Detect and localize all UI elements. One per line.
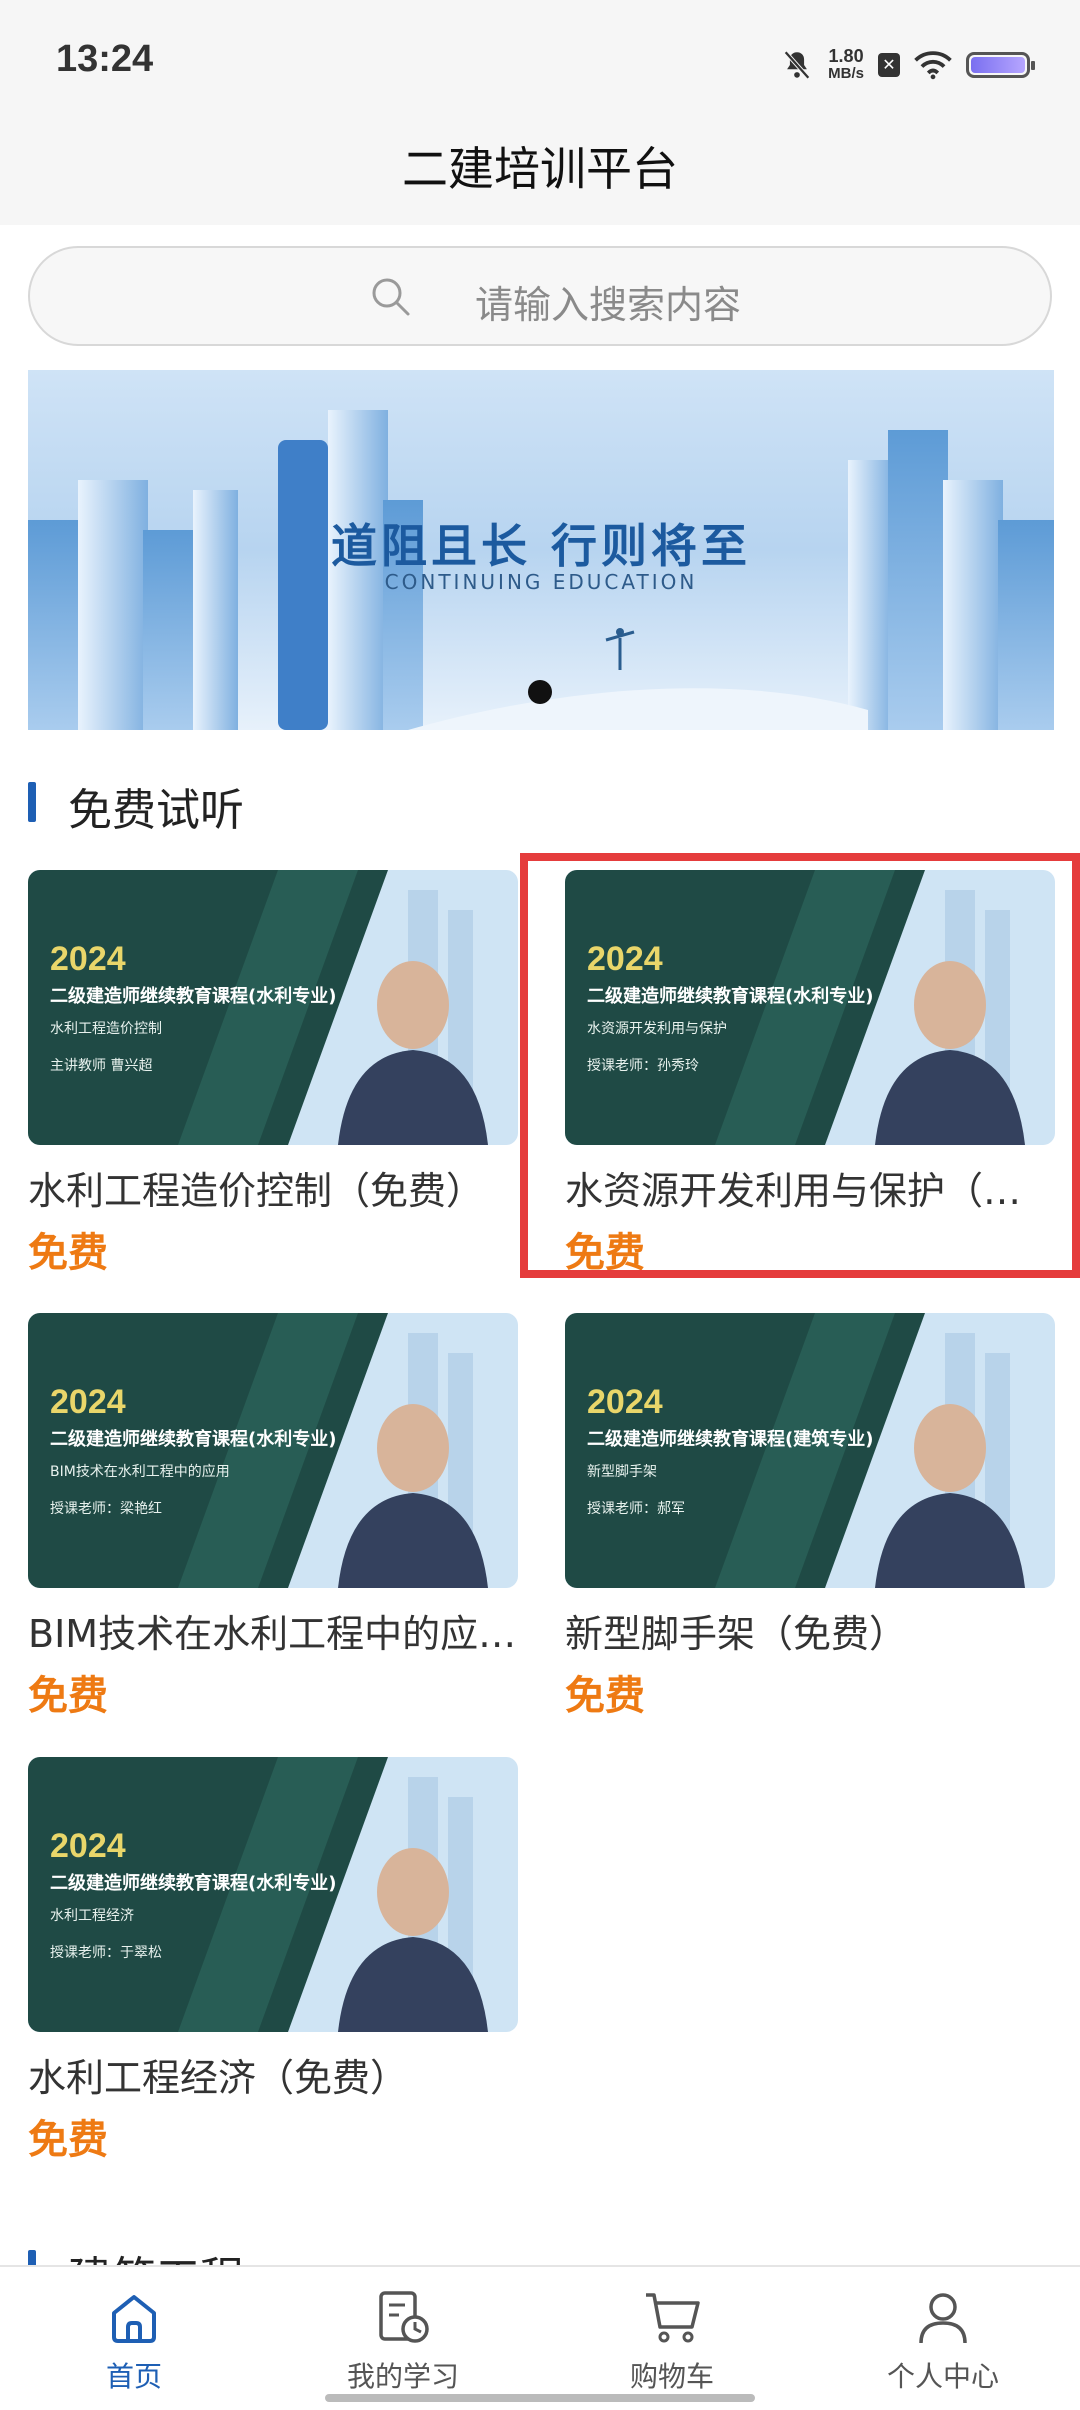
thumbnail-teacher: 授课老师：梁艳红 [50,1501,162,1517]
course-title[interactable]: 水资源开发利用与保护（免费） [565,1160,1055,1215]
mute-bell-icon [784,50,811,80]
carousel-indicator-dot[interactable] [528,680,552,704]
tab-cart-label: 购物车 [629,2360,714,2393]
thumbnail-course-name: BIM技术在水利工程中的应用 [50,1464,230,1480]
tab-personal-center[interactable]: 个人中心 [843,2287,1043,2397]
course-thumbnail[interactable]: 2024 二级建造师继续教育课程(水利专业) BIM技术在水利工程中的应用 授课老师：… [28,1313,518,1588]
section-title: 免费试听 [68,785,244,836]
home-icon [112,2295,156,2343]
bottom-tab-bar: 首页 我的学习 购物车 个人中心 [0,2265,1080,2410]
tab-home[interactable]: 首页 [34,2287,234,2397]
section-accent-bar [28,782,36,822]
status-time: 13:24 [56,38,154,80]
thumbnail-teacher: 授课老师：郝军 [587,1501,685,1517]
thumbnail-program: 二级建造师继续教育课程(水利专业) [587,986,874,1007]
thumbnail-year: 2024 [587,940,663,978]
thumbnail-program: 二级建造师继续教育课程(建筑专业) [587,1429,874,1450]
course-price: 免费 [565,1230,645,1276]
thumbnail-teacher: 授课老师：于翠松 [50,1945,162,1961]
course-title[interactable]: 水利工程经济（免费） [28,2047,518,2102]
course-card[interactable]: 2024 二级建造师继续教育课程(水利专业) 水利工程经济授课老师：于翠松水利工程经… [28,1757,518,2167]
wifi-icon [914,51,952,80]
course-title[interactable]: BIM技术在水利工程中的应用（免费） [28,1603,518,1658]
battery-icon [966,52,1035,78]
no-sim-icon: ✕ [878,53,900,77]
course-card[interactable]: 2024 二级建造师继续教育课程(水利专业) 水利工程造价控制 主讲教师 曹兴超水利工… [28,870,518,1280]
course-price: 免费 [28,2117,108,2163]
person-icon [919,2293,967,2344]
search-icon [372,278,410,316]
home-indicator[interactable] [325,2394,755,2402]
network-speed-unit: MB/s [828,65,864,82]
thumbnail-program: 二级建造师继续教育课程(水利专业) [50,1873,337,1894]
thumbnail-year: 2024 [587,1383,663,1421]
network-speed-value: 1.80 [828,46,864,66]
banner-subtitle: CONTINUING EDUCATION [384,570,698,594]
tab-cart[interactable]: 购物车 [572,2287,772,2397]
network-speed: 1.80 MB/s [828,47,864,83]
thumbnail-course-name: 新型脚手架 [587,1464,657,1480]
thumbnail-course-name: 水利工程经济 [50,1908,134,1924]
course-title[interactable]: 水利工程造价控制（免费） [28,1160,518,1215]
course-card[interactable]: 2024 二级建造师继续教育课程(水利专业) BIM技术在水利工程中的应用 授课老师：… [28,1313,518,1723]
study-clock-icon [379,2291,429,2343]
status-icons: 1.80 MB/s ✕ [780,40,1035,90]
status-bar: 13:24 1.80 MB/s ✕ [0,0,1080,125]
app-header: 二建培训平台 [0,125,1080,225]
course-card[interactable]: 2024 二级建造师继续教育课程(水利专业) 水资源开发利用与保护 授课老师：孙秀玲水… [565,870,1055,1280]
course-card[interactable]: 2024 二级建造师继续教育课程(建筑专业) 新型脚手架授课老师：郝军新型脚手架（免… [565,1313,1055,1723]
page-title: 二建培训平台 [402,142,678,196]
course-thumbnail[interactable]: 2024 二级建造师继续教育课程(水利专业) 水利工程造价控制 主讲教师 曹兴超 [28,870,518,1145]
banner-carousel[interactable]: 道阻且长 行则将至 CONTINUING EDUCATION [28,370,1054,730]
course-price: 免费 [565,1673,645,1719]
course-price: 免费 [28,1230,108,1276]
thumbnail-program: 二级建造师继续教育课程(水利专业) [50,986,337,1007]
thumbnail-program: 二级建造师继续教育课程(水利专业) [50,1429,337,1450]
tab-my-study-label: 我的学习 [346,2360,459,2393]
thumbnail-course-name: 水资源开发利用与保护 [587,1021,727,1037]
course-thumbnail[interactable]: 2024 二级建造师继续教育课程(水利专业) 水利工程经济授课老师：于翠松 [28,1757,518,2032]
course-thumbnail[interactable]: 2024 二级建造师继续教育课程(建筑专业) 新型脚手架授课老师：郝军 [565,1313,1055,1588]
tab-home-label: 首页 [105,2360,162,2393]
course-thumbnail[interactable]: 2024 二级建造师继续教育课程(水利专业) 水资源开发利用与保护 授课老师：孙秀玲 [565,870,1055,1145]
section-header-free-trial: 免费试听 [28,770,1054,836]
search-placeholder: 请输入搜索内容 [475,283,742,327]
banner-title: 道阻且长 行则将至 [330,519,751,573]
course-title[interactable]: 新型脚手架（免费） [565,1603,1055,1658]
thumbnail-year: 2024 [50,1827,126,1865]
tab-personal-center-label: 个人中心 [886,2360,999,2393]
tab-my-study[interactable]: 我的学习 [303,2287,503,2397]
thumbnail-year: 2024 [50,1383,126,1421]
course-price: 免费 [28,1673,108,1719]
thumbnail-course-name: 水利工程造价控制 [50,1021,162,1037]
thumbnail-teacher: 主讲教师 曹兴超 [50,1058,153,1074]
thumbnail-year: 2024 [50,940,126,978]
cart-icon [646,2293,700,2343]
thumbnail-teacher: 授课老师：孙秀玲 [587,1058,699,1074]
search-input[interactable]: 请输入搜索内容 [28,246,1052,346]
